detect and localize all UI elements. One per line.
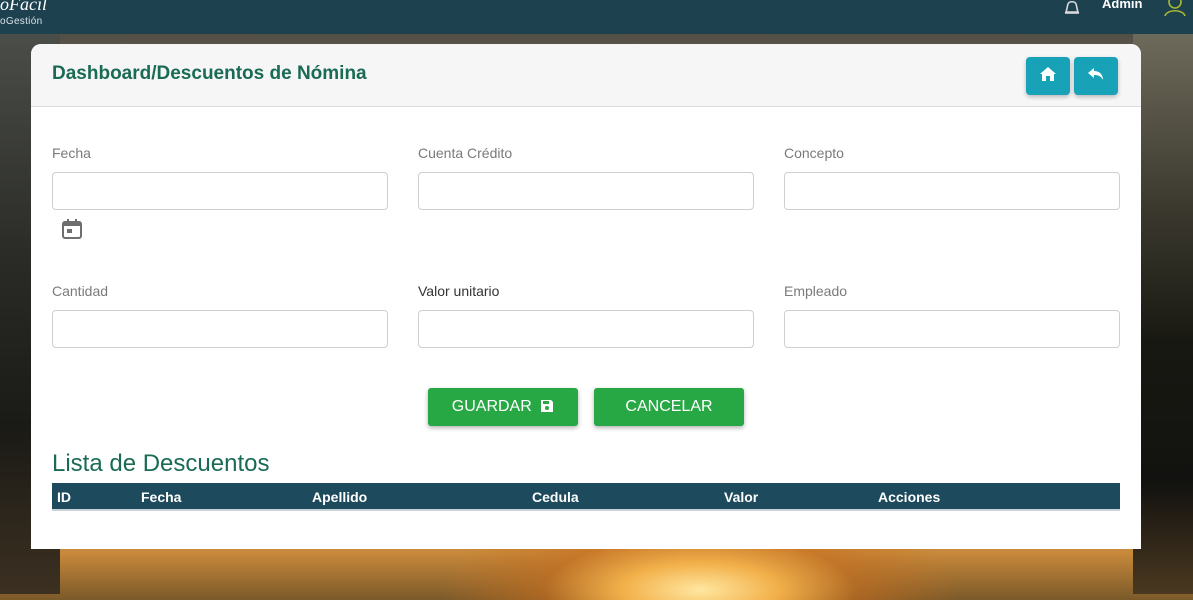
cuenta-credito-label: Cuenta Crédito: [418, 145, 513, 161]
valor-unitario-label: Valor unitario: [418, 283, 500, 299]
column-header-valor[interactable]: Valor: [724, 489, 758, 505]
concepto-input[interactable]: [784, 172, 1120, 210]
column-header-apellido[interactable]: Apellido: [312, 489, 367, 505]
calendar-icon[interactable]: [61, 218, 83, 240]
floppy-disk-icon: [540, 390, 554, 428]
home-button[interactable]: [1026, 57, 1070, 95]
page-title: Dashboard/Descuentos de Nómina: [52, 63, 367, 84]
cuenta-credito-input[interactable]: [418, 172, 754, 210]
fecha-input[interactable]: [52, 172, 388, 210]
bell-icon[interactable]: [1062, 0, 1082, 16]
table-header: ID Fecha Apellido Cedula Valor Acciones: [52, 483, 1120, 511]
top-navbar: oFácil oGestión Admin: [0, 0, 1193, 34]
brand-logo[interactable]: oFácil: [0, 0, 47, 15]
brand-subtitle: oGestión: [0, 16, 43, 27]
user-name[interactable]: Admin: [1102, 0, 1142, 11]
valor-unitario-input[interactable]: [418, 310, 754, 348]
fecha-label: Fecha: [52, 145, 91, 161]
column-header-id[interactable]: ID: [57, 489, 71, 505]
column-header-fecha[interactable]: Fecha: [141, 489, 181, 505]
reply-icon: [1087, 66, 1105, 87]
concepto-label: Concepto: [784, 145, 844, 161]
save-button-label: GUARDAR: [451, 398, 532, 415]
background-trees-right: [1133, 34, 1193, 594]
column-header-cedula[interactable]: Cedula: [532, 489, 579, 505]
save-button[interactable]: GUARDAR: [428, 388, 578, 426]
back-button[interactable]: [1074, 57, 1118, 95]
cancel-button[interactable]: CANCELAR: [594, 388, 744, 426]
cancel-button-label: CANCELAR: [625, 398, 713, 415]
cantidad-label: Cantidad: [52, 283, 109, 299]
user-icon[interactable]: [1163, 0, 1187, 17]
home-icon: [1039, 66, 1057, 87]
list-title: Lista de Descuentos: [52, 450, 270, 477]
column-header-acciones[interactable]: Acciones: [878, 489, 940, 505]
empleado-input[interactable]: [784, 310, 1120, 348]
card-header: Dashboard/Descuentos de Nómina: [31, 44, 1141, 107]
main-card: Dashboard/Descuentos de Nómina Fecha Cue…: [31, 44, 1141, 549]
empleado-label: Empleado: [784, 283, 848, 299]
cantidad-input[interactable]: [52, 310, 388, 348]
